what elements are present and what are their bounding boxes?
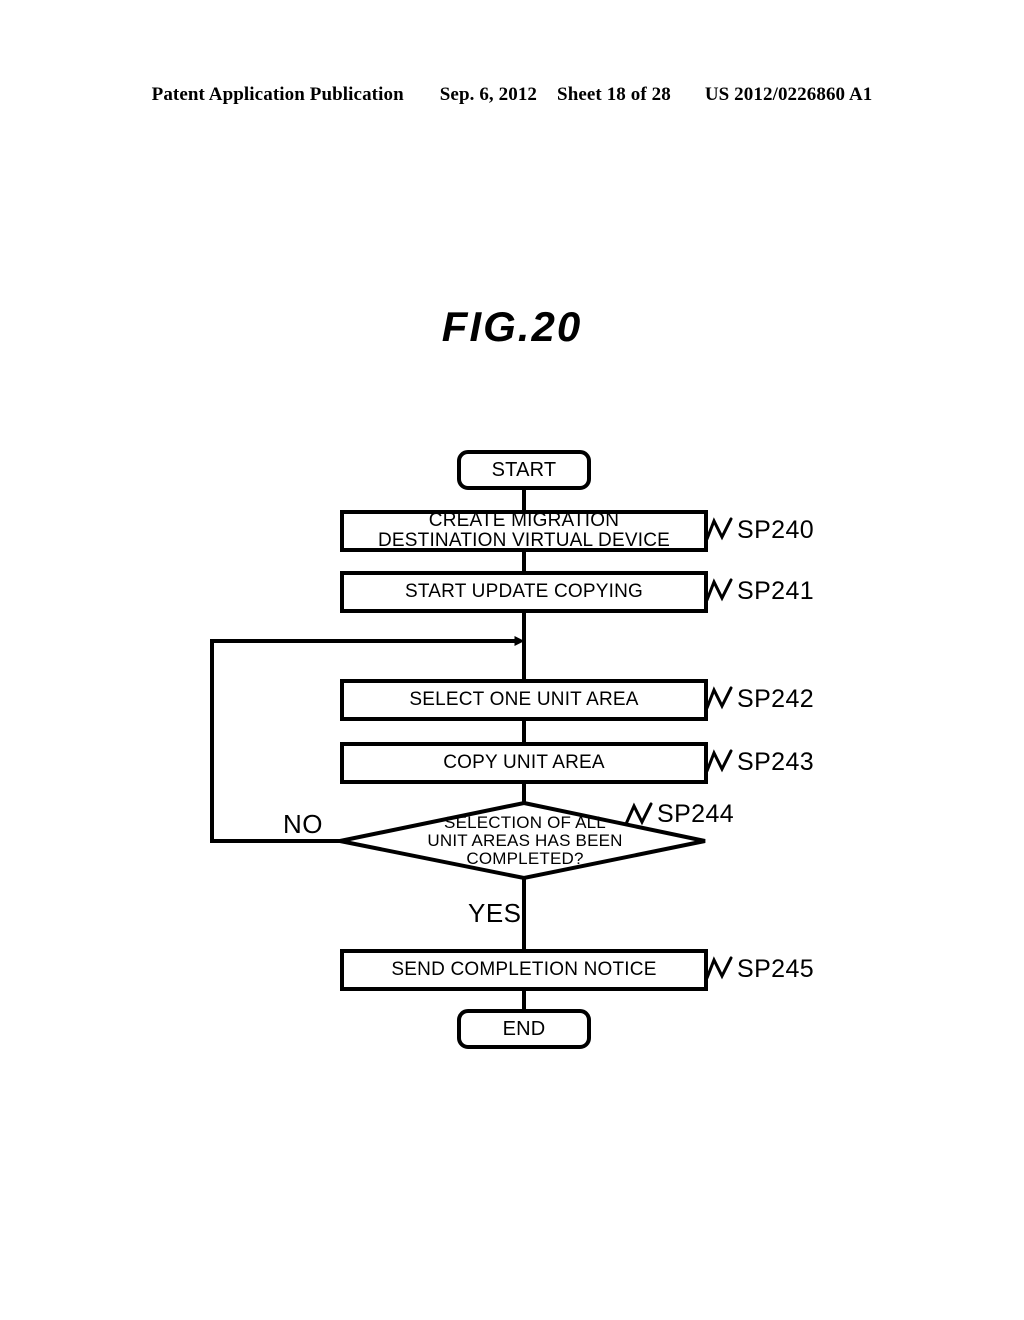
step-tag-sp243: SP243 <box>737 748 815 776</box>
leader-squiggle-sp241 <box>705 578 733 602</box>
process-box-sp245-label: SEND COMPLETION NOTICE <box>391 959 657 980</box>
branch-label-yes: YES <box>468 898 522 928</box>
leader-squiggle-sp242 <box>705 686 733 710</box>
process-box-sp243-label: COPY UNIT AREA <box>443 752 605 773</box>
leader-squiggle-sp243 <box>705 749 733 773</box>
leader-squiggle-sp245 <box>705 956 733 980</box>
end-terminal-label: END <box>502 1018 546 1040</box>
step-tag-sp242: SP242 <box>737 685 815 713</box>
step-tag-sp241: SP241 <box>737 577 815 605</box>
start-terminal-label: START <box>491 459 557 481</box>
flowchart-diagram: START CREATE MIGRATION DESTINATION VIRTU… <box>0 0 1024 1320</box>
connector-sp244-no-loopback <box>210 636 525 843</box>
process-box-sp240-label: CREATE MIGRATION DESTINATION VIRTUAL DEV… <box>377 510 670 551</box>
step-tag-sp245: SP245 <box>737 955 815 983</box>
leader-squiggle-sp240 <box>705 517 733 541</box>
flowchart-graphics <box>210 450 733 1049</box>
step-tag-sp240: SP240 <box>737 516 815 544</box>
process-box-sp241-label: START UPDATE COPYING <box>404 581 644 602</box>
decision-diamond-sp244-label: SELECTION OF ALL UNIT AREAS HAS BEEN COM… <box>427 813 623 868</box>
branch-label-no: NO <box>283 809 323 839</box>
step-tag-sp244: SP244 <box>657 800 735 828</box>
process-box-sp242-label: SELECT ONE UNIT AREA <box>409 689 639 710</box>
